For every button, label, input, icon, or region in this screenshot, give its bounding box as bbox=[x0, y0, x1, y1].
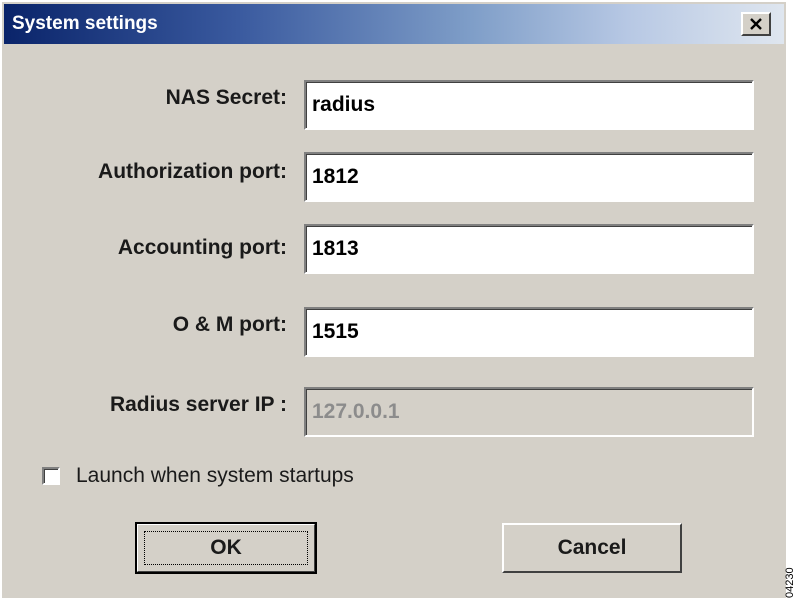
cancel-button[interactable]: Cancel bbox=[502, 523, 682, 573]
authorization-port-label: Authorization port: bbox=[98, 160, 287, 183]
ok-button[interactable]: OK bbox=[135, 522, 317, 574]
accounting-port-input[interactable] bbox=[304, 224, 754, 274]
authorization-port-input[interactable] bbox=[304, 152, 754, 202]
system-settings-dialog: System settings NAS Secret: Authorizatio… bbox=[0, 0, 786, 598]
nas-secret-input[interactable] bbox=[304, 80, 754, 130]
radius-server-ip-input bbox=[304, 387, 754, 437]
om-port-label: O & M port: bbox=[172, 313, 287, 336]
radius-server-ip-label: Radius server IP : bbox=[109, 393, 287, 416]
checkbox-box[interactable] bbox=[42, 467, 60, 485]
figure-code: 04230 bbox=[784, 567, 796, 598]
title-bar[interactable]: System settings bbox=[4, 4, 784, 44]
om-port-input[interactable] bbox=[304, 307, 754, 357]
accounting-port-label: Accounting port: bbox=[117, 236, 287, 259]
cancel-button-label: Cancel bbox=[557, 536, 627, 559]
focus-rect bbox=[144, 531, 308, 565]
launch-on-startup-label: Launch when system startups bbox=[76, 464, 354, 487]
window-title: System settings bbox=[12, 13, 158, 34]
close-button[interactable] bbox=[741, 12, 771, 36]
launch-on-startup-checkbox[interactable]: Launch when system startups bbox=[42, 464, 354, 488]
nas-secret-label: NAS Secret: bbox=[165, 86, 287, 109]
close-icon bbox=[750, 18, 762, 30]
